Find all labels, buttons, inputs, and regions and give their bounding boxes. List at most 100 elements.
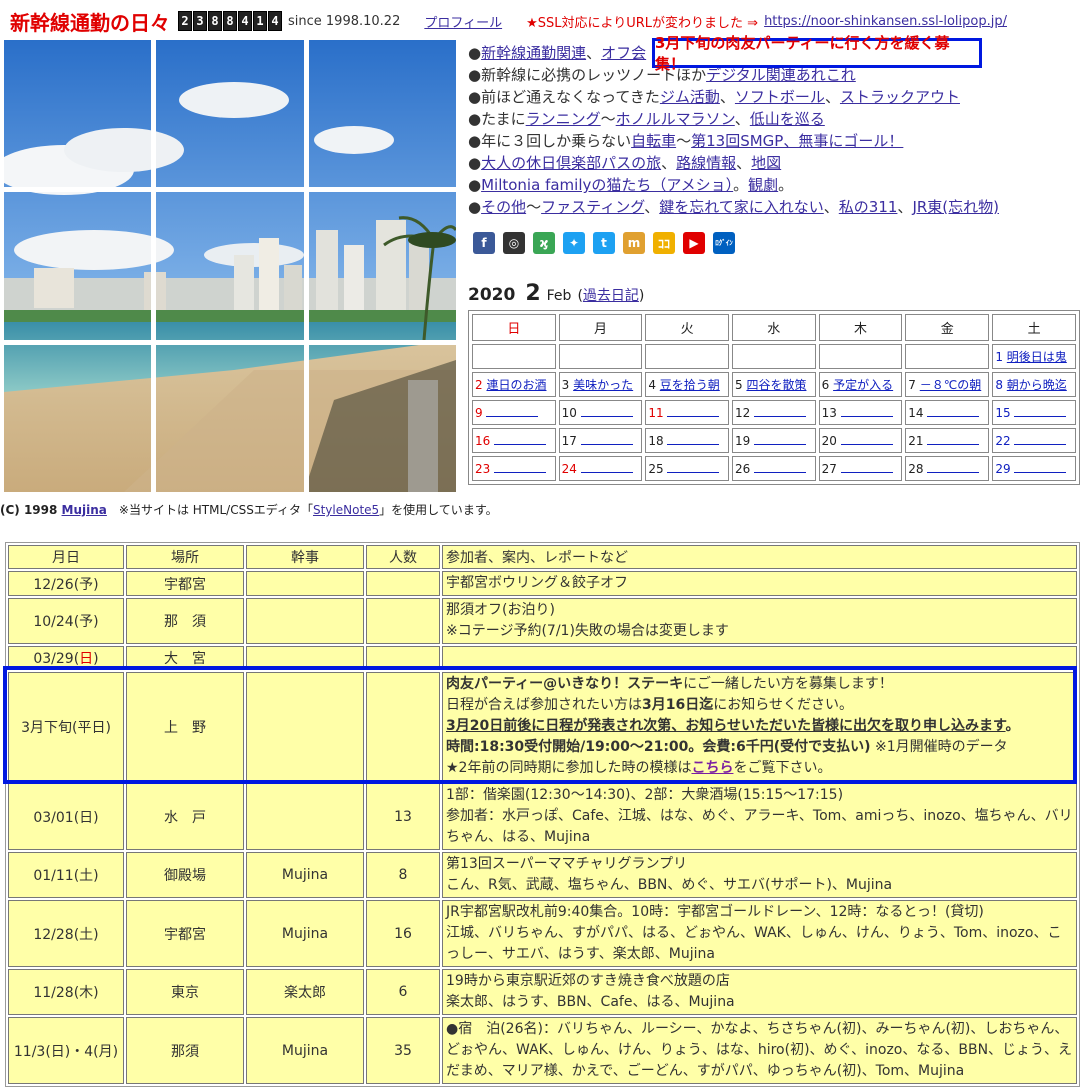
nav-link[interactable]: ストラックアウト <box>840 88 960 106</box>
twitter-icon[interactable]: ✦ <box>563 232 585 254</box>
tumblr-icon[interactable]: t <box>593 232 615 254</box>
event-host: Mujina <box>246 900 364 967</box>
event-info-line: こん、R気、武蔵、塩ちゃん、BBN、めぐ、サエバ(サポート)、Mujina <box>446 875 1073 896</box>
calendar-day[interactable]: 9 <box>472 400 556 425</box>
calendar-day[interactable]: 29 <box>992 456 1076 481</box>
calendar-day[interactable]: 19 <box>731 428 816 453</box>
nav-link[interactable]: その他 <box>481 198 526 216</box>
calendar-day[interactable]: 28 <box>905 456 990 481</box>
nav-link[interactable]: Miltonia familyの猫たち（アメショ） <box>481 176 733 194</box>
nav-link[interactable]: ランニング <box>526 110 601 128</box>
calendar-day[interactable]: 15 <box>992 400 1076 425</box>
nav-link[interactable]: オフ会 <box>601 44 646 62</box>
calendar-day[interactable]: 18 <box>645 428 729 453</box>
calendar-day[interactable]: 20 <box>818 428 903 453</box>
day-number: 27 <box>821 461 837 476</box>
event-date-text: 03/29( <box>33 651 80 667</box>
day-number: 1 <box>995 350 1003 364</box>
event-info-text: 。 <box>1005 718 1020 734</box>
beach-scene <box>4 344 152 492</box>
calendar-day[interactable]: 11 <box>645 400 729 425</box>
calendar-day[interactable]: 22 <box>992 428 1076 453</box>
event-info-line: JR宇都宮駅改札前9:40集合。10時：宇都宮ゴールドレーン、12時：なるとっ！… <box>446 902 1073 923</box>
calendar-day[interactable]: 8 朝から晩迄 <box>992 372 1076 397</box>
author-link[interactable]: Mujina <box>62 503 107 517</box>
calendar-day[interactable]: 3 美味かった <box>558 372 643 397</box>
coconala-icon[interactable]: ｺｺ <box>653 232 675 254</box>
event-info-text: 1部：偕楽園(12:30～14:30)、2部：大衆酒場(15:15～17:15) <box>446 787 844 803</box>
calendar-day[interactable]: 24 <box>558 456 643 481</box>
calendar-day[interactable]: 2 連日のお酒 <box>472 372 556 397</box>
day-empty-line <box>486 406 539 417</box>
party-notice-banner[interactable]: 3月下旬の肉友パーティーに行く方を緩く募集！ <box>652 34 982 73</box>
nav-link[interactable]: 第13回SMGP、無事にゴール！ <box>691 132 903 150</box>
day-entry-link[interactable]: 連日のお酒 <box>486 378 546 392</box>
event-info-text: 楽太郎、はうす、BBN、Cafe、はる、Mujina <box>446 994 735 1010</box>
nav-link[interactable]: JR東(忘れ物) <box>912 198 999 216</box>
profile-link[interactable]: プロフィール <box>424 12 502 31</box>
nav-link[interactable]: ジム活動 <box>660 88 720 106</box>
nav-text: 、 <box>734 110 750 128</box>
day-entry-link[interactable]: 豆を拾う朝 <box>660 378 720 392</box>
frog-icon[interactable]: ϗ <box>533 232 555 254</box>
day-entry-link[interactable]: 四谷を散策 <box>746 378 806 392</box>
day-entry-link[interactable]: 美味かった <box>573 378 633 392</box>
calendar-day[interactable]: 6 予定が入る <box>818 372 903 397</box>
calendar-day[interactable]: 7 －８℃の朝 <box>905 372 990 397</box>
nav-link[interactable]: ファスティング <box>541 198 644 216</box>
calendar-day[interactable]: 16 <box>472 428 556 453</box>
calendar-day[interactable]: 17 <box>558 428 643 453</box>
calendar-day[interactable]: 10 <box>558 400 643 425</box>
events-header-cell: 場所 <box>126 545 244 569</box>
editor-link[interactable]: StyleNote5 <box>313 503 379 517</box>
calendar-day <box>645 344 729 369</box>
day-number: 29 <box>995 461 1011 476</box>
event-info-line: 1部：偕楽園(12:30～14:30)、2部：大衆酒場(15:15～17:15) <box>446 785 1073 806</box>
calendar-day[interactable]: 1 明後日は鬼 <box>992 344 1076 369</box>
nav-link[interactable]: ホノルルマラソン <box>616 110 735 128</box>
facebook-icon[interactable]: f <box>473 232 495 254</box>
event-info-text: 3月16日迄 <box>642 697 714 713</box>
nav-link[interactable]: 観劇 <box>748 176 778 194</box>
calendar-day[interactable]: 21 <box>905 428 990 453</box>
calendar-day[interactable]: 23 <box>472 456 556 481</box>
calendar-day[interactable]: 4 豆を拾う朝 <box>645 372 729 397</box>
past-diary-link[interactable]: 過去日記 <box>583 288 639 304</box>
nav-link[interactable]: 大人の休日倶楽部パスの旅 <box>481 154 661 172</box>
calendar-day[interactable]: 27 <box>818 456 903 481</box>
events-header-cell: 幹事 <box>246 545 364 569</box>
calendar-day[interactable]: 5 四谷を散策 <box>731 372 816 397</box>
nav-link[interactable]: 低山を巡る <box>750 110 825 128</box>
nav-link[interactable]: 新幹線通勤関連 <box>481 44 586 62</box>
event-date-text: 12/28(土) <box>33 926 99 943</box>
day-number: 17 <box>561 433 577 448</box>
event-report-link[interactable]: こちら <box>691 760 733 776</box>
event-info-line: ●宿 泊(26名)：バリちゃん、ルーシー、かなよ、ちさちゃん(初)、みーちゃん(… <box>446 1019 1073 1082</box>
nav-link[interactable]: 路線情報 <box>676 154 736 172</box>
event-date: 12/28(土) <box>8 900 124 967</box>
nav-link[interactable]: ソフトボール <box>735 88 825 106</box>
login-icon[interactable]: ﾛｸﾞｲﾝ <box>713 232 735 254</box>
ssl-url-link[interactable]: https://noor-shinkansen.ssl-lolipop.jp/ <box>764 14 1007 29</box>
youtube-icon[interactable]: ▶ <box>683 232 705 254</box>
calendar-day[interactable]: 25 <box>645 456 729 481</box>
nav-line: ●たまにランニング〜ホノルルマラソン、低山を巡る <box>468 108 1078 130</box>
day-empty-line <box>754 462 807 473</box>
nav-text: ● <box>468 198 482 216</box>
day-entry-link[interactable]: 朝から晩迄 <box>1007 378 1067 392</box>
mixi-icon[interactable]: m <box>623 232 645 254</box>
day-entry-link[interactable]: 明後日は鬼 <box>1007 350 1067 364</box>
calendar-week-row: 2 連日のお酒 3 美味かった 4 豆を拾う朝 5 四谷を散策 6 予定が入る 7 －８℃… <box>472 372 1076 397</box>
event-host <box>246 672 364 781</box>
calendar-day[interactable]: 13 <box>818 400 903 425</box>
day-entry-link[interactable]: 予定が入る <box>833 378 893 392</box>
calendar-day[interactable]: 26 <box>731 456 816 481</box>
calendar-day[interactable]: 14 <box>905 400 990 425</box>
calendar-day[interactable]: 12 <box>731 400 816 425</box>
nav-link[interactable]: 自転車 <box>631 132 676 150</box>
nav-link[interactable]: 私の311 <box>839 198 898 216</box>
nav-link[interactable]: 地図 <box>751 154 781 172</box>
nav-link[interactable]: 鍵を忘れて家に入れない <box>659 198 824 216</box>
day-entry-link[interactable]: －８℃の朝 <box>920 378 981 392</box>
instagram-icon[interactable]: ◎ <box>503 232 525 254</box>
